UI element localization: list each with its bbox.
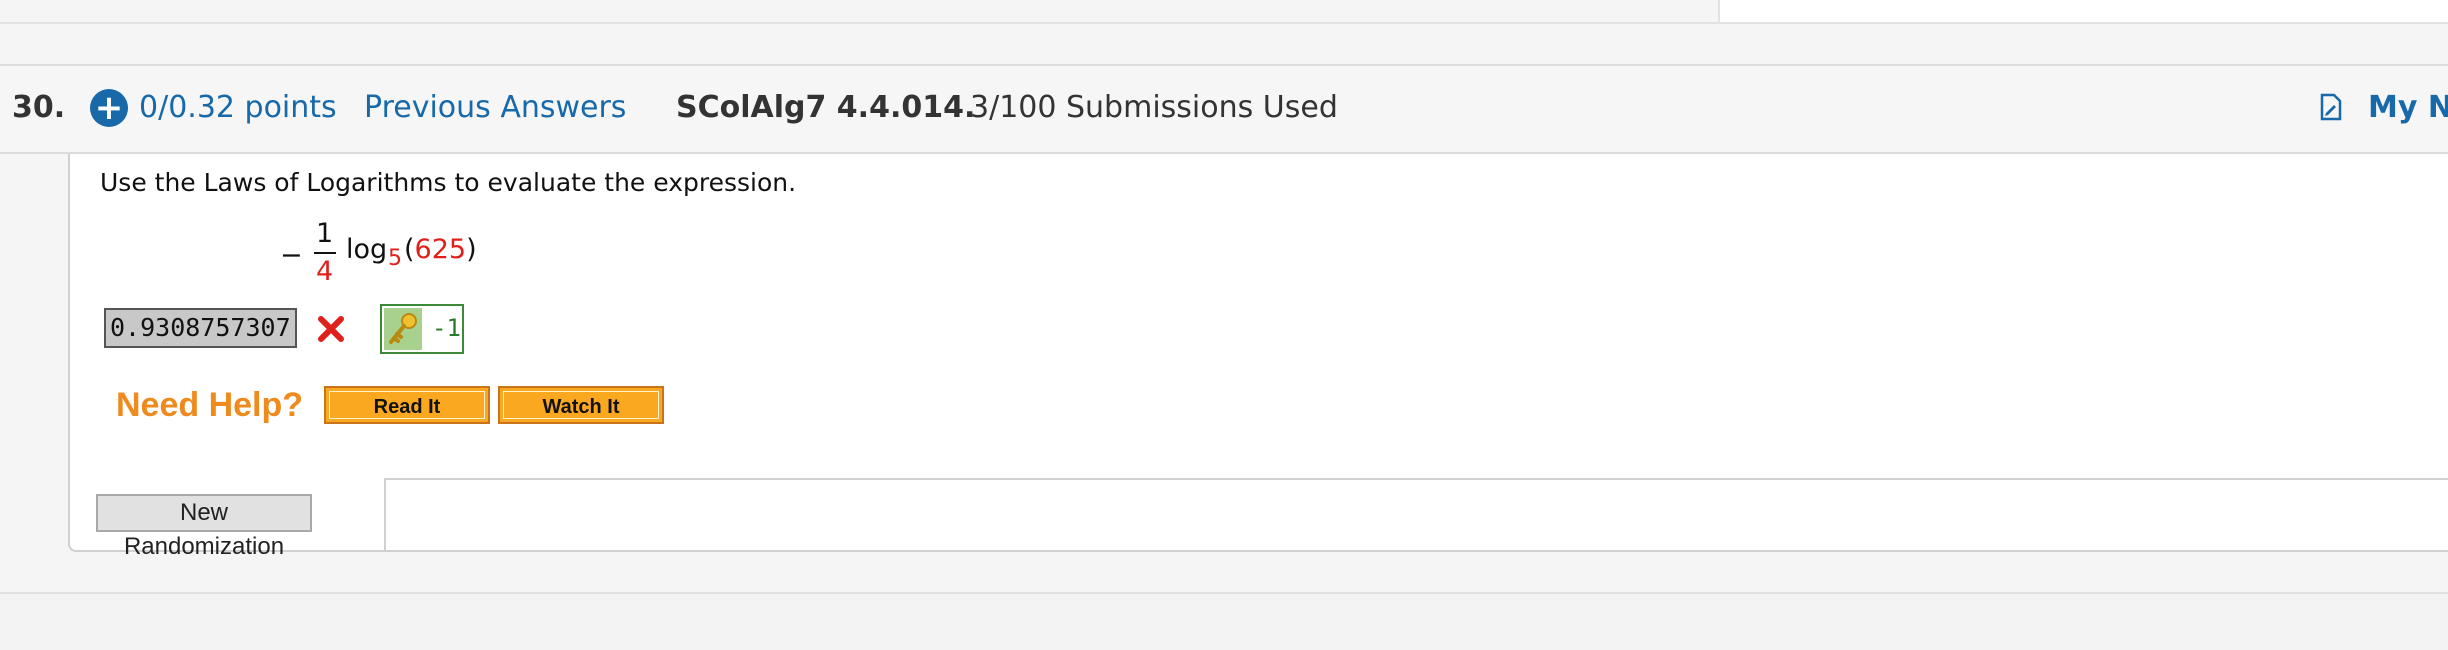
log-argument: 625: [414, 234, 467, 265]
fraction-denominator: 4: [316, 256, 334, 287]
answer-field[interactable]: 0.9308757307: [104, 308, 297, 348]
answer-key-box: -1: [380, 304, 464, 354]
key-icon[interactable]: [384, 308, 422, 350]
log-argument-group: (625): [404, 234, 477, 265]
expression-minus: −: [280, 240, 303, 271]
incorrect-x-icon: [318, 316, 344, 342]
spacer: [0, 24, 2448, 66]
new-randomization-button[interactable]: New Randomization: [96, 494, 312, 560]
question-code: SColAlg7 4.4.014.: [676, 90, 976, 125]
math-expression: − 1 4 log 5 (625): [280, 218, 580, 287]
previous-question-panel: [1718, 0, 2448, 22]
previous-answers-link[interactable]: Previous Answers: [364, 90, 626, 125]
submissions-used: 3/100 Submissions Used: [970, 90, 1338, 125]
question-body: Use the Laws of Logarithms to evaluate t…: [68, 154, 2448, 560]
read-it-label: Read It: [329, 391, 485, 419]
fraction-numerator: 1: [316, 218, 334, 249]
key-answer-value: -1: [432, 314, 461, 342]
read-it-button[interactable]: Read It: [324, 386, 490, 424]
fraction-bar: [314, 252, 336, 254]
tab-edge: [384, 478, 386, 550]
log-text: log: [346, 234, 388, 265]
log-base: 5: [388, 246, 402, 271]
close-paren: ): [466, 234, 477, 265]
watch-it-button[interactable]: Watch It: [498, 386, 664, 424]
watch-it-label: Watch It: [503, 391, 659, 419]
points-link[interactable]: 0/0.32 points: [139, 90, 337, 125]
my-notes-link[interactable]: My No: [2368, 90, 2448, 125]
question-header: 30. + 0/0.32 points Previous Answers SCo…: [0, 66, 2448, 154]
need-help-label: Need Help?: [116, 386, 304, 424]
question-number: 30.: [12, 90, 66, 125]
tab-divider: [386, 478, 2448, 480]
plus-icon[interactable]: +: [90, 89, 128, 127]
question-prompt: Use the Laws of Logarithms to evaluate t…: [100, 168, 797, 197]
open-paren: (: [404, 234, 415, 265]
previous-question-strip: [0, 0, 2448, 24]
footer-strip: [0, 592, 2448, 650]
notes-icon[interactable]: [2320, 93, 2342, 121]
